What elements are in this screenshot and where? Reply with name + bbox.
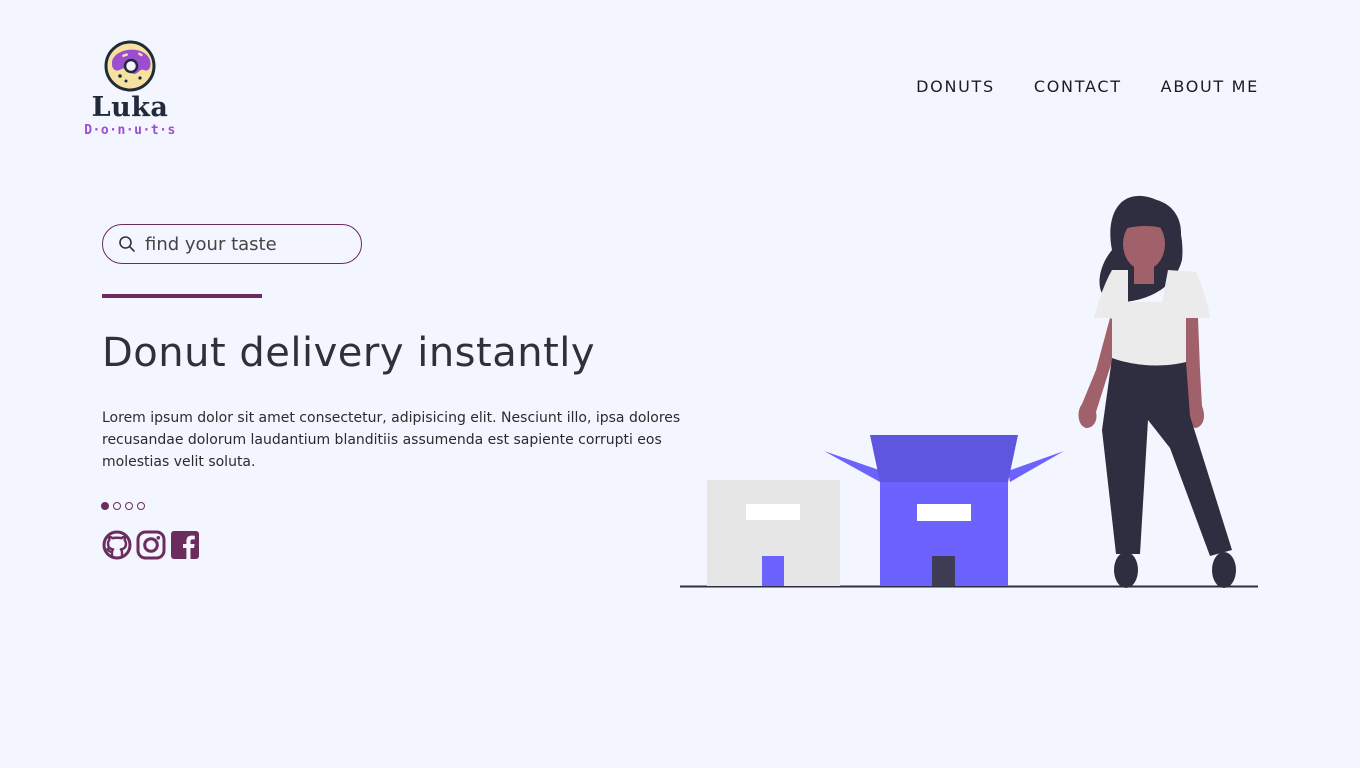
grey-box bbox=[707, 480, 840, 586]
brand-subtitle: D·o·n·u·t·s bbox=[84, 123, 176, 138]
search-icon[interactable] bbox=[118, 235, 136, 253]
woman-figure bbox=[1078, 195, 1236, 588]
search-bar[interactable] bbox=[102, 224, 362, 264]
facebook-icon[interactable] bbox=[170, 529, 200, 561]
carousel-dot-3[interactable] bbox=[125, 502, 133, 510]
github-icon[interactable] bbox=[102, 529, 132, 561]
brand-logo[interactable]: Luka D·o·n·u·t·s bbox=[80, 40, 180, 138]
carousel-dot-1[interactable] bbox=[101, 502, 109, 510]
main-nav: DONUTS CONTACT ABOUT ME bbox=[916, 77, 1259, 96]
delivery-illustration bbox=[680, 195, 1258, 588]
nav-link-contact[interactable]: CONTACT bbox=[1034, 77, 1122, 96]
blue-box bbox=[824, 435, 1064, 586]
carousel-dots bbox=[101, 502, 145, 510]
landing-page: Luka D·o·n·u·t·s DONUTS CONTACT ABOUT ME… bbox=[0, 0, 1360, 768]
carousel-dot-4[interactable] bbox=[137, 502, 145, 510]
social-links bbox=[102, 529, 200, 561]
brand-name: Luka bbox=[91, 92, 169, 123]
hero-title: Donut delivery instantly bbox=[102, 330, 596, 376]
instagram-icon[interactable] bbox=[136, 529, 166, 561]
donut-icon bbox=[104, 40, 156, 92]
hero-description: Lorem ipsum dolor sit amet consectetur, … bbox=[102, 410, 681, 470]
accent-divider bbox=[102, 294, 262, 298]
carousel-dot-2[interactable] bbox=[113, 502, 121, 510]
nav-link-about-me[interactable]: ABOUT ME bbox=[1161, 77, 1259, 96]
search-input[interactable] bbox=[145, 233, 335, 255]
nav-link-donuts[interactable]: DONUTS bbox=[916, 77, 995, 96]
